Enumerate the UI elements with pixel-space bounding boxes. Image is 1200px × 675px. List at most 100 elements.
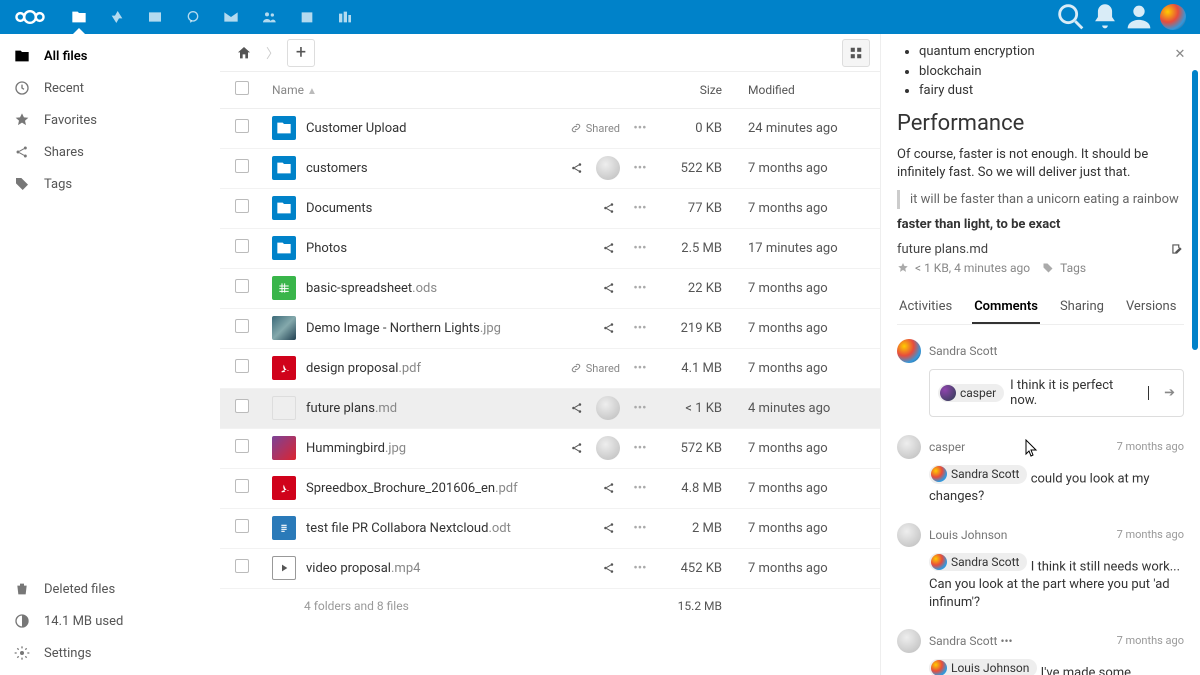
table-row[interactable]: Customer Upload Shared ••• 0 KB 24 minut… bbox=[220, 108, 880, 148]
scrollbar[interactable] bbox=[1190, 70, 1200, 675]
share-icon[interactable] bbox=[566, 437, 588, 459]
app-logo[interactable] bbox=[10, 7, 50, 27]
select-all-checkbox[interactable] bbox=[235, 81, 249, 95]
row-checkbox[interactable] bbox=[235, 399, 249, 413]
nav-deck-icon[interactable] bbox=[326, 0, 364, 34]
table-row[interactable]: basic-spreadsheet.ods ••• 22 KB 7 months… bbox=[220, 268, 880, 308]
grid-view-icon[interactable] bbox=[842, 39, 870, 67]
row-checkbox[interactable] bbox=[235, 479, 249, 493]
sidebar-item-deleted[interactable]: Deleted files bbox=[0, 573, 220, 605]
row-checkbox[interactable] bbox=[235, 519, 249, 533]
more-icon[interactable]: ••• bbox=[628, 116, 652, 140]
file-size: < 1 KB bbox=[660, 388, 740, 428]
more-icon[interactable]: ••• bbox=[628, 276, 652, 300]
preview-heading: Performance bbox=[897, 111, 1184, 136]
more-icon[interactable]: ••• bbox=[628, 436, 652, 460]
tab-comments[interactable]: Comments bbox=[972, 293, 1040, 324]
contacts-menu-icon[interactable] bbox=[1122, 0, 1156, 34]
file-type-icon bbox=[272, 476, 296, 500]
sidebar-item-shares[interactable]: Shares bbox=[0, 136, 220, 168]
close-icon[interactable]: ✕ bbox=[1170, 44, 1190, 64]
more-icon[interactable]: ••• bbox=[628, 156, 652, 180]
sidebar-item-recent[interactable]: Recent bbox=[0, 72, 220, 104]
more-icon[interactable]: ••• bbox=[628, 196, 652, 220]
more-icon[interactable]: ••• bbox=[628, 396, 652, 420]
share-icon[interactable] bbox=[598, 317, 620, 339]
tab-sharing[interactable]: Sharing bbox=[1058, 293, 1106, 324]
tab-activities[interactable]: Activities bbox=[897, 293, 954, 324]
nav-activity-icon[interactable] bbox=[98, 0, 136, 34]
row-checkbox[interactable] bbox=[235, 119, 249, 133]
sidebar-item-all-files[interactable]: All files bbox=[0, 40, 220, 72]
table-row[interactable]: Photos ••• 2.5 MB 17 minutes ago bbox=[220, 228, 880, 268]
comment-author: Sandra Scott ••• bbox=[929, 634, 1013, 648]
user-menu[interactable] bbox=[1156, 0, 1190, 34]
file-modified: 7 months ago bbox=[740, 428, 880, 468]
table-row[interactable]: Spreedbox_Brochure_201606_en.pdf ••• 4.8… bbox=[220, 468, 880, 508]
sidebar-item-settings[interactable]: Settings bbox=[0, 637, 220, 669]
share-icon[interactable] bbox=[566, 397, 588, 419]
nav-calendar-icon[interactable] bbox=[288, 0, 326, 34]
star-icon[interactable] bbox=[897, 262, 909, 274]
row-checkbox[interactable] bbox=[235, 559, 249, 573]
footer-summary: 4 folders and 8 files bbox=[264, 588, 660, 623]
add-button[interactable]: + bbox=[287, 39, 315, 67]
share-icon[interactable] bbox=[598, 557, 620, 579]
more-icon[interactable]: ••• bbox=[628, 236, 652, 260]
nav-mail-icon[interactable] bbox=[212, 0, 250, 34]
more-icon[interactable]: ••• bbox=[628, 476, 652, 500]
more-icon[interactable]: ••• bbox=[628, 316, 652, 340]
row-checkbox[interactable] bbox=[235, 279, 249, 293]
column-header-modified[interactable]: Modified bbox=[740, 72, 880, 108]
avatar bbox=[596, 396, 620, 420]
sidebar-item-favorites[interactable]: Favorites bbox=[0, 104, 220, 136]
table-row[interactable]: Documents ••• 77 KB 7 months ago bbox=[220, 188, 880, 228]
sidebar-item-tags[interactable]: Tags bbox=[0, 168, 220, 200]
preview-bullets: quantum encryption blockchain fairy dust bbox=[897, 42, 1184, 101]
send-icon[interactable]: ➔ bbox=[1164, 385, 1175, 400]
more-icon[interactable]: ••• bbox=[628, 356, 652, 380]
more-icon[interactable]: ••• bbox=[628, 516, 652, 540]
more-icon[interactable]: ••• bbox=[628, 556, 652, 580]
search-icon[interactable] bbox=[1054, 0, 1088, 34]
nav-contacts-icon[interactable] bbox=[250, 0, 288, 34]
share-icon[interactable] bbox=[598, 197, 620, 219]
share-icon[interactable] bbox=[598, 277, 620, 299]
comment-input[interactable]: casper I think it is perfect now. ➔ bbox=[929, 369, 1184, 417]
row-checkbox[interactable] bbox=[235, 439, 249, 453]
comment: casper 7 months ago Sandra Scott could y… bbox=[897, 435, 1184, 507]
row-checkbox[interactable] bbox=[235, 239, 249, 253]
comment: Sandra Scott ••• 7 months ago Louis John… bbox=[897, 629, 1184, 675]
row-checkbox[interactable] bbox=[235, 359, 249, 373]
share-icon[interactable] bbox=[598, 237, 620, 259]
nav-talk-icon[interactable] bbox=[174, 0, 212, 34]
table-row[interactable]: video proposal.mp4 ••• 452 KB 7 months a… bbox=[220, 548, 880, 588]
column-header-size[interactable]: Size bbox=[660, 72, 740, 108]
comment-draft-text: I think it is perfect now. bbox=[1010, 378, 1142, 408]
share-icon[interactable] bbox=[598, 517, 620, 539]
share-icon[interactable] bbox=[566, 157, 588, 179]
tab-versions[interactable]: Versions bbox=[1124, 293, 1178, 324]
nav-gallery-icon[interactable] bbox=[136, 0, 174, 34]
row-checkbox[interactable] bbox=[235, 199, 249, 213]
scrollbar-thumb[interactable] bbox=[1192, 70, 1198, 350]
table-row[interactable]: future plans.md ••• < 1 KB 4 minutes ago bbox=[220, 388, 880, 428]
table-row[interactable]: design proposal.pdf Shared ••• 4.1 MB 7 … bbox=[220, 348, 880, 388]
comment-time: 7 months ago bbox=[1117, 528, 1184, 541]
table-row[interactable]: test file PR Collabora Nextcloud.odt •••… bbox=[220, 508, 880, 548]
home-icon[interactable] bbox=[230, 39, 258, 67]
share-icon[interactable] bbox=[598, 477, 620, 499]
table-row[interactable]: customers ••• 522 KB 7 months ago bbox=[220, 148, 880, 188]
edit-icon[interactable] bbox=[1170, 242, 1184, 256]
file-modified: 7 months ago bbox=[740, 468, 880, 508]
row-checkbox[interactable] bbox=[235, 159, 249, 173]
row-checkbox[interactable] bbox=[235, 319, 249, 333]
table-row[interactable]: Demo Image - Northern Lights.jpg ••• 219… bbox=[220, 308, 880, 348]
file-meta: < 1 KB, 4 minutes ago Tags bbox=[897, 261, 1184, 275]
tag-icon[interactable] bbox=[1042, 262, 1054, 274]
notifications-icon[interactable] bbox=[1088, 0, 1122, 34]
nav-files-icon[interactable] bbox=[60, 0, 98, 34]
avatar bbox=[897, 435, 921, 459]
table-row[interactable]: Hummingbird.jpg ••• 572 KB 7 months ago bbox=[220, 428, 880, 468]
column-header-name[interactable]: Name bbox=[272, 83, 304, 97]
